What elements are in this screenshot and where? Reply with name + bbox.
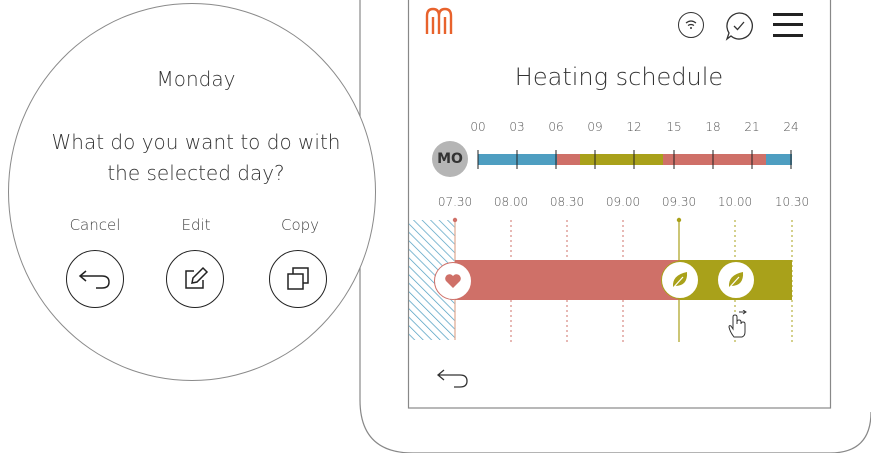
comfort-heart-icon[interactable] — [434, 262, 472, 300]
hour-tick-label: 12 — [626, 120, 642, 134]
hour-tick-label: 09 — [587, 120, 603, 134]
day-action-dialog — [8, 3, 376, 381]
back-arrow-icon[interactable] — [436, 366, 470, 388]
hour-tick-label: 06 — [548, 120, 564, 134]
dialog-question-line1: What do you want to do with — [51, 130, 341, 154]
cancel-label: Cancel — [69, 216, 121, 234]
page-title: Heating schedule — [514, 63, 724, 91]
day-overview-bar[interactable] — [476, 150, 794, 170]
cancel-button[interactable] — [66, 250, 124, 308]
house-logo-icon — [425, 7, 453, 34]
time-tick-label: 10.00 — [717, 195, 753, 209]
eco-leaf-icon[interactable] — [717, 261, 755, 299]
hour-tick-label: 00 — [470, 120, 486, 134]
undo-arrow-icon — [78, 270, 110, 289]
copy-button[interactable] — [269, 250, 327, 308]
time-tick-label: 09.00 — [605, 195, 641, 209]
time-tick-label: 09.30 — [661, 195, 697, 209]
day-badge-label: MO — [437, 151, 463, 167]
edit-button[interactable] — [166, 250, 224, 308]
time-tick-label: 08.30 — [549, 195, 585, 209]
copy-label: Copy — [280, 216, 320, 234]
edit-pencil-icon — [185, 266, 209, 289]
chat-check-icon[interactable] — [724, 11, 754, 41]
pointer-hand-icon — [728, 310, 747, 338]
hour-tick-label: 24 — [783, 120, 799, 134]
day-badge[interactable]: MO — [432, 141, 468, 177]
copy-icon — [287, 267, 309, 290]
wifi-icon[interactable] — [678, 12, 704, 38]
eco-leaf-icon[interactable] — [661, 261, 699, 299]
hour-tick-label: 18 — [705, 120, 721, 134]
time-tick-label: 10.30 — [774, 195, 810, 209]
hamburger-menu-icon[interactable] — [773, 13, 803, 37]
time-tick-label: 07.30 — [437, 195, 473, 209]
edit-label: Edit — [181, 216, 211, 234]
hour-tick-label: 21 — [744, 120, 760, 134]
dialog-day-title: Monday — [156, 67, 236, 91]
hour-tick-label: 15 — [666, 120, 682, 134]
hour-tick-label: 03 — [509, 120, 525, 134]
dialog-question-line2: the selected day? — [107, 161, 285, 185]
time-tick-label: 08.00 — [493, 195, 529, 209]
